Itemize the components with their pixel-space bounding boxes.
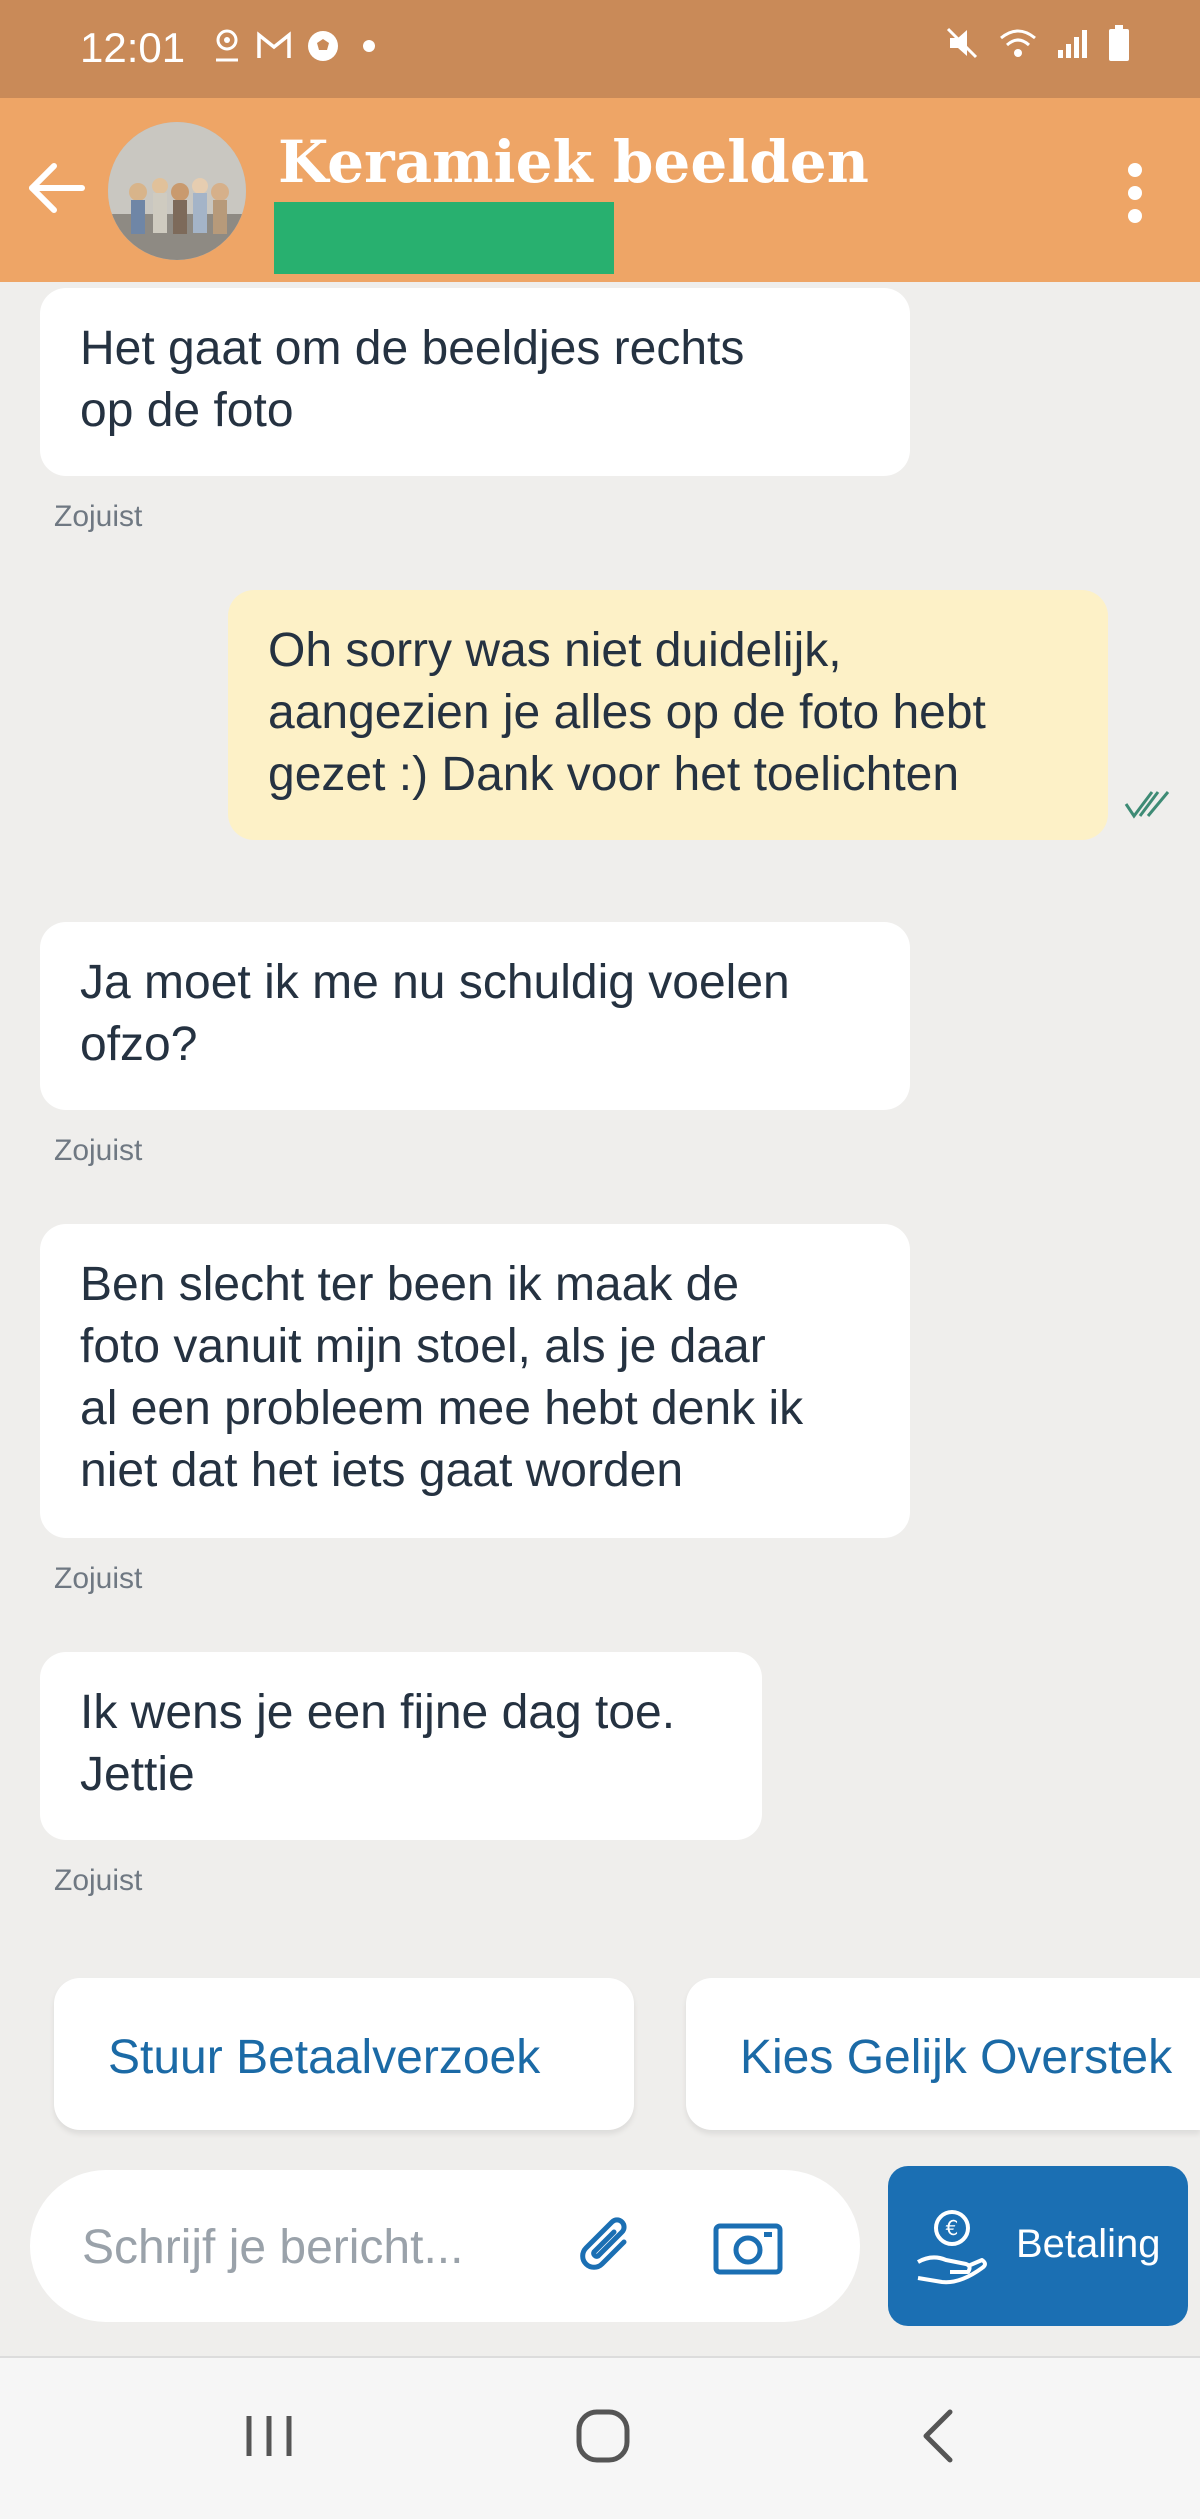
message-timestamp: Zojuist <box>54 1134 143 1167</box>
chat-title[interactable]: Keramiek beelden <box>278 128 869 196</box>
message-timestamp: Zojuist <box>54 500 143 533</box>
redacted-subtitle <box>274 202 614 274</box>
chat-header: Keramiek beelden <box>0 98 1200 282</box>
message-text-line: Oh sorry was niet duidelijk, <box>268 624 842 677</box>
quick-action-payment-request[interactable]: Stuur Betaalverzoek <box>54 1978 634 2130</box>
message-bubble-incoming: Ik wens je een fijne dag toe. Jettie <box>40 1652 762 1840</box>
dot-icon <box>363 40 375 52</box>
recent-apps-icon <box>246 2416 292 2456</box>
more-vertical-icon <box>1128 163 1142 223</box>
wifi-icon <box>1000 29 1036 57</box>
quick-action-choose-handover[interactable]: Kies Gelijk Overstek <box>686 1978 1200 2130</box>
payment-hand-icon: € <box>917 2210 987 2285</box>
status-bar: 12:01 <box>0 0 1200 98</box>
location-icon <box>216 29 238 62</box>
avatar-photo <box>108 122 246 260</box>
message-bubble-incoming: Het gaat om de beeldjes rechts op de fot… <box>40 288 910 476</box>
system-navigation-bar <box>0 2356 1200 2519</box>
message-input[interactable] <box>80 2210 564 2284</box>
payment-button[interactable]: € Betaling <box>888 2166 1188 2326</box>
svg-text:€: € <box>946 2216 959 2240</box>
message-text-line: Ja moet ik me nu schuldig voelen <box>80 956 790 1009</box>
message-bubble-incoming: Ja moet ik me nu schuldig voelen ofzo? <box>40 922 910 1110</box>
payment-button-label: Betaling <box>1016 2222 1161 2266</box>
back-nav-button[interactable] <box>894 2398 984 2478</box>
message-timestamp: Zojuist <box>54 1562 143 1595</box>
message-text-line: Het gaat om de beeldjes rechts <box>80 322 745 375</box>
message-text-line: Ben slecht ter been ik maak de <box>80 1258 740 1311</box>
paperclip-icon <box>580 2217 627 2270</box>
message-text-line: op de foto <box>80 384 294 437</box>
back-button[interactable] <box>20 152 92 224</box>
message-text-line: Jettie <box>80 1748 195 1801</box>
message-text-line: al een probleem mee hebt denk ik <box>80 1382 804 1435</box>
battery-icon <box>1109 25 1129 61</box>
message-composer <box>30 2170 860 2322</box>
message-text-line: gezet :) Dank voor het toelichten <box>268 748 960 801</box>
chevron-left-icon <box>923 2409 953 2463</box>
avatar[interactable] <box>108 122 246 260</box>
message-bubble-outgoing: Oh sorry was niet duidelijk, aangezien j… <box>228 590 1108 840</box>
message-text-line: niet dat het iets gaat worden <box>80 1444 684 1497</box>
camera-icon <box>713 2223 783 2275</box>
message-timestamp: Zojuist <box>54 1864 143 1897</box>
message-text-line: Ik wens je een fijne dag toe. <box>80 1686 676 1739</box>
mute-icon <box>946 27 978 59</box>
gmail-icon <box>257 31 291 58</box>
message-bubble-incoming: Ben slecht ter been ik maak de foto vanu… <box>40 1224 910 1538</box>
soccer-ball-icon <box>308 31 338 61</box>
attach-button[interactable] <box>570 2210 646 2286</box>
more-options-button[interactable] <box>1110 158 1160 228</box>
home-icon <box>576 2409 630 2463</box>
message-text-line: aangezien je alles op de foto hebt <box>268 686 986 739</box>
signal-icon <box>1058 30 1087 58</box>
arrow-left-icon <box>29 163 85 213</box>
camera-button[interactable] <box>710 2210 786 2286</box>
message-text-line: foto vanuit mijn stoel, als je daar <box>80 1320 766 1373</box>
home-button[interactable] <box>558 2398 648 2478</box>
recent-apps-button[interactable] <box>224 2398 314 2478</box>
double-check-icon <box>1124 791 1170 819</box>
message-text-line: ofzo? <box>80 1018 198 1071</box>
status-time: 12:01 <box>80 24 186 71</box>
